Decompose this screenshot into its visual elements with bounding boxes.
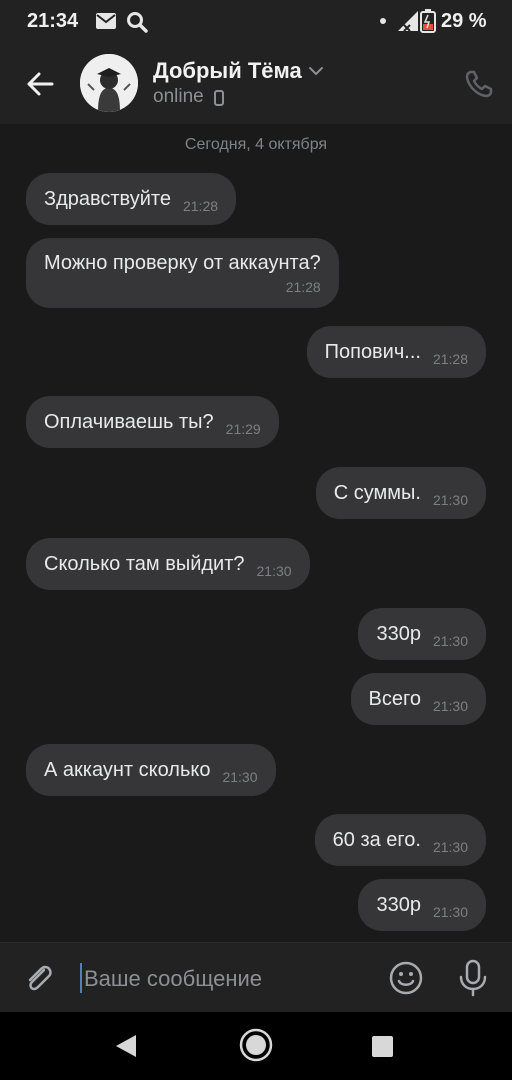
status-bar: 21:34 29 %: [0, 0, 512, 44]
message-bubble-outgoing[interactable]: С суммы. 21:30: [315, 467, 486, 519]
contact-name[interactable]: Добрый Тёма: [153, 58, 302, 84]
status-time: 21:34: [27, 10, 79, 32]
mail-icon: [96, 13, 116, 34]
message-time: 21:29: [225, 421, 261, 437]
nav-back-icon[interactable]: [114, 1033, 138, 1064]
message-text: С суммы.: [333, 481, 421, 504]
search-icon: [126, 11, 148, 38]
message-list[interactable]: Сегодня, 4 октября Здравствуйте 21:28 Мо…: [0, 124, 512, 942]
smile-icon: [389, 961, 423, 995]
message-text: Здравствуйте: [44, 187, 171, 210]
message-text: Всего: [368, 687, 421, 710]
attach-button[interactable]: [22, 961, 56, 995]
message-bubble-incoming[interactable]: А аккаунт сколько 21:30: [26, 744, 276, 796]
paperclip-icon: [28, 965, 52, 991]
message-bubble-outgoing[interactable]: 60 за его. 21:30: [314, 814, 486, 866]
nav-home-icon[interactable]: [238, 1027, 274, 1068]
message-composer: [0, 942, 512, 1013]
back-button[interactable]: [22, 66, 58, 102]
message-bubble-outgoing[interactable]: 330р 21:30: [358, 879, 486, 931]
chat-header: Добрый Тёма online: [0, 44, 512, 125]
nav-recents-icon[interactable]: [372, 1036, 393, 1057]
message-time: 21:30: [432, 492, 468, 508]
message-time: 21:28: [182, 198, 219, 214]
message-time: 21:30: [256, 563, 292, 579]
message-text: 330р: [376, 622, 421, 645]
message-time: 21:30: [432, 839, 468, 855]
contact-status: online: [153, 86, 204, 107]
notification-dot-icon: [380, 18, 386, 24]
chevron-down-icon[interactable]: [308, 64, 324, 82]
message-text: Сколько там выйдит?: [44, 552, 245, 575]
message-bubble-incoming[interactable]: Сколько там выйдит? 21:30: [26, 538, 310, 590]
battery-icon: [420, 9, 436, 38]
call-button[interactable]: [463, 68, 495, 100]
message-time: 21:28: [432, 351, 468, 367]
avatar[interactable]: [80, 54, 138, 112]
message-time: 21:30: [432, 633, 468, 649]
date-separator: Сегодня, 4 октября: [184, 136, 328, 153]
message-bubble-outgoing[interactable]: Всего 21:30: [350, 673, 486, 725]
mobile-icon: [214, 90, 224, 111]
system-navigation-bar: [0, 1012, 512, 1080]
emoji-button[interactable]: [388, 960, 424, 996]
phone-icon: [465, 70, 493, 98]
signal-icon: [398, 11, 418, 36]
message-time: 21:30: [432, 698, 468, 714]
message-time: 21:30: [432, 904, 468, 920]
message-time: 21:28: [285, 278, 321, 295]
message-text: Оплачиваешь ты?: [44, 410, 214, 433]
message-bubble-outgoing[interactable]: 330р 21:30: [358, 608, 486, 660]
message-bubble-outgoing[interactable]: Попович... 21:28: [306, 326, 486, 378]
message-bubble-incoming[interactable]: Оплачиваешь ты? 21:29: [26, 396, 279, 448]
message-text: 330р: [376, 893, 421, 916]
battery-percent: 29 %: [441, 10, 487, 32]
back-arrow-icon: [27, 72, 54, 96]
message-bubble-incoming[interactable]: Можно проверку от аккаунта? 21:28: [26, 238, 339, 308]
message-text: Попович...: [324, 340, 421, 363]
message-bubble-incoming[interactable]: Здравствуйте 21:28: [26, 173, 237, 225]
message-text: Можно проверку от аккаунта?: [44, 251, 321, 274]
message-text: А аккаунт сколько: [44, 758, 211, 781]
message-text: 60 за его.: [332, 828, 421, 851]
microphone-icon: [459, 959, 487, 997]
voice-message-button[interactable]: [455, 958, 491, 998]
message-input[interactable]: [82, 957, 376, 1001]
message-time: 21:30: [222, 769, 258, 785]
